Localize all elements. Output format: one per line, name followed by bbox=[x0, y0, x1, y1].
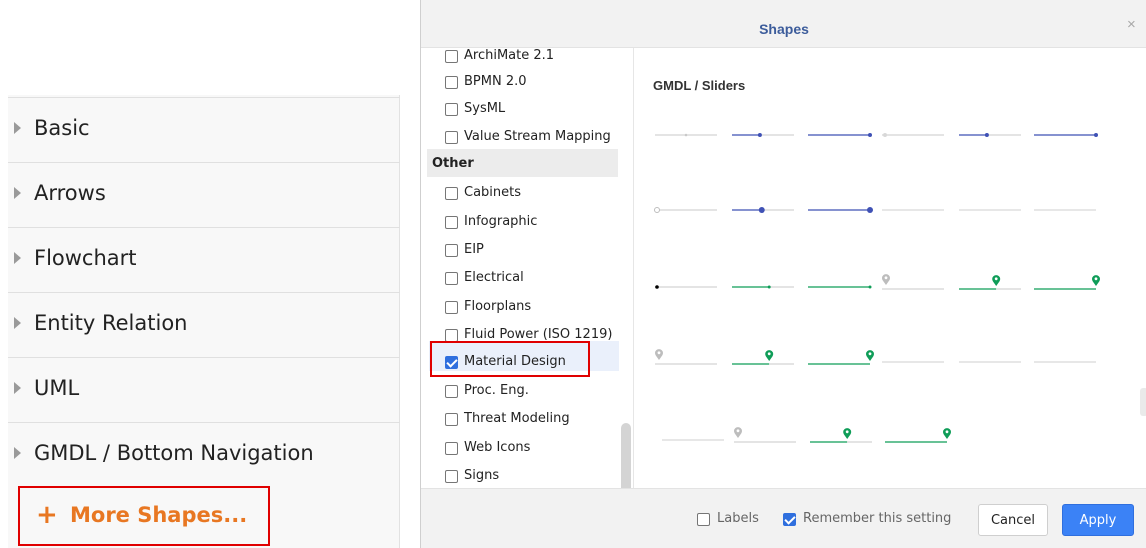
library-label: EIP bbox=[464, 242, 484, 257]
library-preview: GMDL / Sliders bbox=[633, 48, 1146, 488]
library-checkbox[interactable] bbox=[445, 76, 458, 89]
library-label: Cabinets bbox=[464, 185, 522, 200]
library-label: Infographic bbox=[464, 214, 538, 229]
shapes-dialog: Shapes × ArchiMate 2.1 BPMN 2.0 SysML Va… bbox=[420, 0, 1146, 548]
sidebar-category-arrows[interactable]: Arrows bbox=[8, 162, 400, 226]
library-checkbox[interactable] bbox=[445, 50, 458, 63]
section-header-other: Other bbox=[427, 149, 618, 177]
slider-shape[interactable] bbox=[882, 274, 944, 290]
library-label: SysML bbox=[464, 101, 506, 116]
slider-shape[interactable] bbox=[732, 207, 794, 213]
sidebar-category-basic[interactable]: Basic bbox=[8, 97, 400, 161]
library-checkbox[interactable] bbox=[445, 103, 458, 116]
cancel-button[interactable]: Cancel bbox=[978, 504, 1048, 536]
remember-setting-label: Remember this setting bbox=[803, 511, 952, 526]
dialog-title: Shapes bbox=[759, 21, 809, 37]
library-checkbox[interactable] bbox=[445, 385, 458, 398]
more-shapes-label: More Shapes... bbox=[70, 503, 248, 527]
library-list[interactable]: ArchiMate 2.1 BPMN 2.0 SysML Value Strea… bbox=[421, 48, 633, 488]
highlight-annotation-box bbox=[430, 341, 590, 377]
sidebar-category-label: Flowchart bbox=[34, 246, 137, 270]
slider-shape[interactable] bbox=[808, 207, 873, 213]
more-shapes-button[interactable]: + More Shapes... bbox=[18, 486, 270, 546]
slider-shape[interactable] bbox=[808, 285, 872, 289]
slider-shape[interactable] bbox=[732, 285, 794, 289]
slider-shape[interactable] bbox=[959, 133, 1021, 137]
slider-shape[interactable] bbox=[1034, 275, 1100, 290]
sidebar-category-label: UML bbox=[34, 376, 80, 400]
sidebar-category-gmdl-bottom-navigation[interactable]: GMDL / Bottom Navigation bbox=[8, 422, 400, 486]
library-label: Value Stream Mapping bbox=[464, 129, 611, 144]
sidebar-category-label: Entity Relation bbox=[34, 311, 188, 335]
expand-triangle-icon bbox=[14, 317, 21, 329]
shapes-sidebar: Basic Arrows Flowchart Entity Relation U… bbox=[0, 0, 420, 548]
labels-option-label: Labels bbox=[717, 511, 759, 526]
slider-shape[interactable] bbox=[655, 349, 717, 365]
sidebar-category-flowchart[interactable]: Flowchart bbox=[8, 227, 400, 291]
sidebar-category-label: Basic bbox=[34, 116, 90, 140]
library-label: ArchiMate 2.1 bbox=[464, 48, 555, 63]
dialog-header: Shapes × bbox=[421, 0, 1146, 48]
slider-shape[interactable] bbox=[808, 350, 874, 365]
slider-shape[interactable] bbox=[882, 133, 944, 137]
library-scrollbar[interactable] bbox=[621, 423, 631, 488]
sidebar-category-label: GMDL / Bottom Navigation bbox=[34, 441, 314, 465]
library-label: Web Icons bbox=[464, 440, 531, 455]
expand-triangle-icon bbox=[14, 187, 21, 199]
library-label: Threat Modeling bbox=[464, 411, 570, 426]
close-icon[interactable]: × bbox=[1127, 16, 1136, 33]
library-label: BPMN 2.0 bbox=[464, 74, 527, 89]
slider-shape[interactable] bbox=[959, 275, 1021, 290]
slider-shapes-grid bbox=[654, 133, 1100, 443]
slider-shape[interactable] bbox=[654, 207, 718, 213]
slider-shape[interactable] bbox=[732, 350, 794, 365]
sidebar-category-entity-relation[interactable]: Entity Relation bbox=[8, 292, 400, 356]
expand-triangle-icon bbox=[14, 122, 21, 134]
slider-shape[interactable] bbox=[734, 427, 796, 443]
library-label: Electrical bbox=[464, 270, 524, 285]
slider-shape[interactable] bbox=[1034, 133, 1098, 137]
plus-icon: + bbox=[36, 500, 58, 530]
library-label: Signs bbox=[464, 468, 500, 483]
remember-setting-checkbox[interactable] bbox=[783, 513, 796, 526]
sidebar-category-uml[interactable]: UML bbox=[8, 357, 400, 421]
slider-shape[interactable] bbox=[808, 133, 872, 137]
expand-triangle-icon bbox=[14, 252, 21, 264]
expand-triangle-icon bbox=[14, 447, 21, 459]
labels-checkbox[interactable] bbox=[697, 513, 710, 526]
library-checkbox[interactable] bbox=[445, 216, 458, 229]
library-checkbox[interactable] bbox=[445, 244, 458, 257]
dialog-footer: Labels Remember this setting Cancel Appl… bbox=[421, 488, 1146, 548]
slider-shape[interactable] bbox=[655, 133, 717, 137]
library-label: Proc. Eng. bbox=[464, 383, 529, 398]
library-checkbox[interactable] bbox=[445, 187, 458, 200]
sidebar-category-label: Arrows bbox=[34, 181, 106, 205]
slider-shape[interactable] bbox=[732, 133, 794, 137]
slider-shape[interactable] bbox=[810, 428, 872, 443]
slider-shape[interactable] bbox=[655, 285, 717, 289]
preview-scroll-handle[interactable] bbox=[1140, 388, 1146, 416]
library-checkbox[interactable] bbox=[445, 301, 458, 314]
library-label: Floorplans bbox=[464, 299, 532, 314]
apply-button[interactable]: Apply bbox=[1062, 504, 1134, 536]
library-checkbox[interactable] bbox=[445, 272, 458, 285]
library-checkbox[interactable] bbox=[445, 413, 458, 426]
expand-triangle-icon bbox=[14, 382, 21, 394]
section-label: Other bbox=[432, 156, 474, 171]
library-checkbox[interactable] bbox=[445, 131, 458, 144]
library-checkbox[interactable] bbox=[445, 470, 458, 483]
library-label: Fluid Power (ISO 1219) bbox=[464, 327, 613, 342]
library-checkbox[interactable] bbox=[445, 442, 458, 455]
slider-shape[interactable] bbox=[885, 428, 951, 443]
